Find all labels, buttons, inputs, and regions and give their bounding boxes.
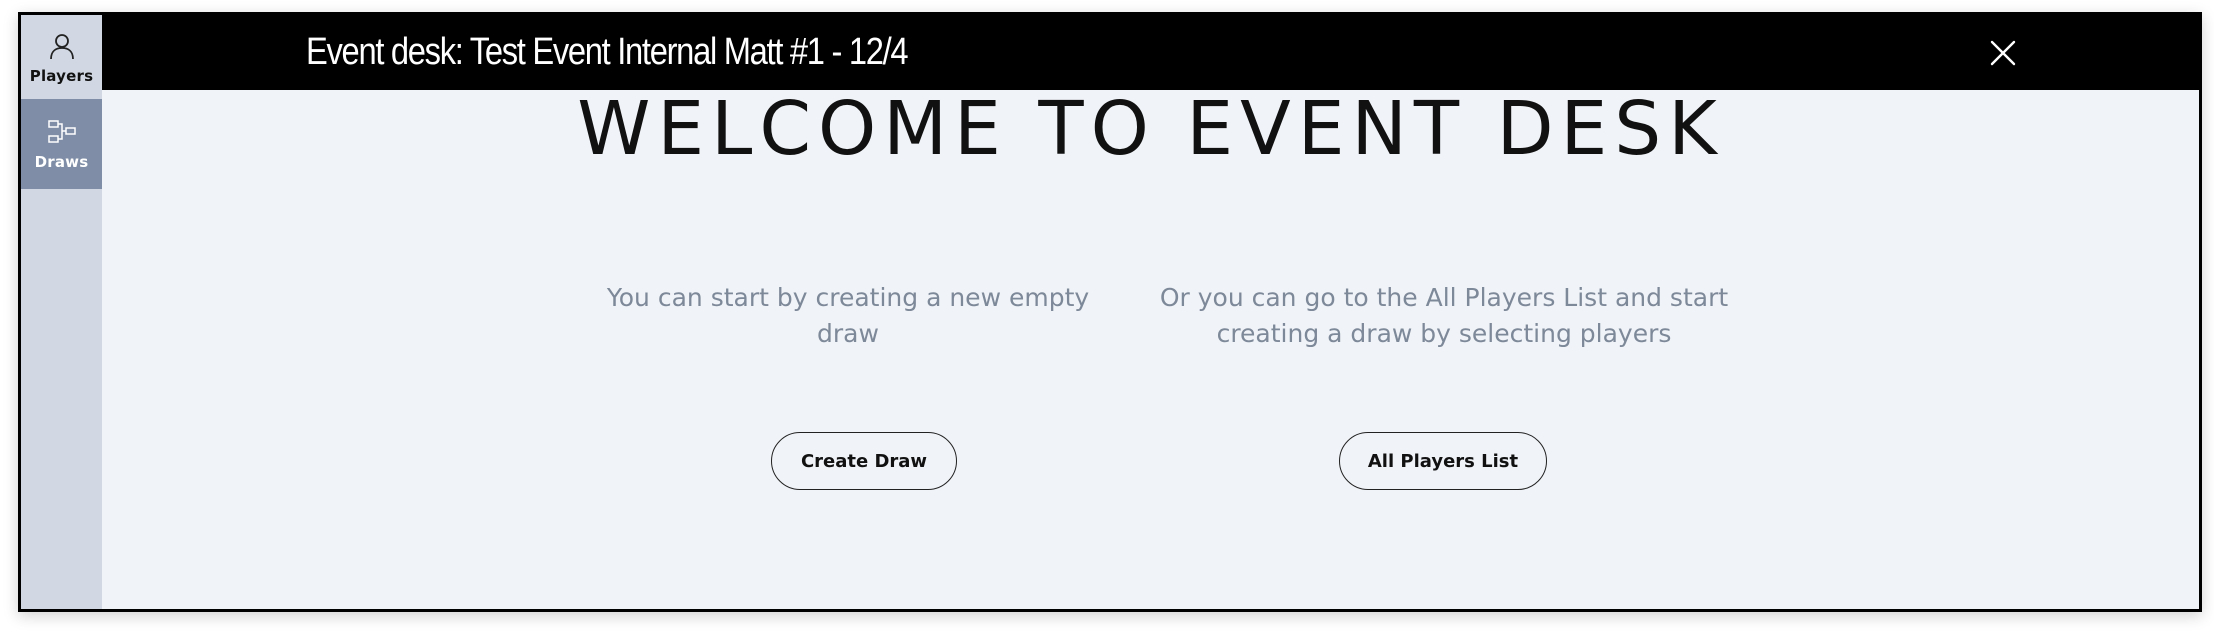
sidebar-item-label: Draws	[34, 153, 89, 171]
user-icon	[47, 31, 77, 61]
sidebar-item-draws[interactable]: Draws	[21, 99, 102, 189]
sidebar-item-label: Players	[29, 67, 94, 85]
sidebar-item-players[interactable]: Players	[21, 15, 102, 101]
main-content: WELCOME TO EVENT DESK You can start by c…	[102, 90, 2199, 609]
create-draw-description: You can start by creating a new empty dr…	[606, 283, 1090, 348]
header-bar: Event desk: Test Event Internal Matt #1 …	[102, 15, 2199, 90]
close-icon	[1990, 40, 2016, 66]
create-draw-button[interactable]: Create Draw	[771, 432, 957, 490]
draw-bracket-icon	[47, 117, 77, 147]
all-players-list-button[interactable]: All Players List	[1339, 432, 1547, 490]
sidebar: Players Draws	[21, 15, 102, 609]
welcome-heading: WELCOME TO EVENT DESK	[577, 86, 1724, 172]
create-draw-section: You can start by creating a new empty dr…	[585, 280, 1111, 352]
close-button[interactable]	[1989, 39, 2017, 67]
all-players-section: Or you can go to the All Players List an…	[1159, 280, 1729, 352]
page-title: Event desk: Test Event Internal Matt #1 …	[306, 31, 909, 73]
all-players-description: Or you can go to the All Players List an…	[1159, 283, 1729, 348]
event-desk-window: Players Draws Event desk: Test Event Int…	[18, 12, 2202, 612]
